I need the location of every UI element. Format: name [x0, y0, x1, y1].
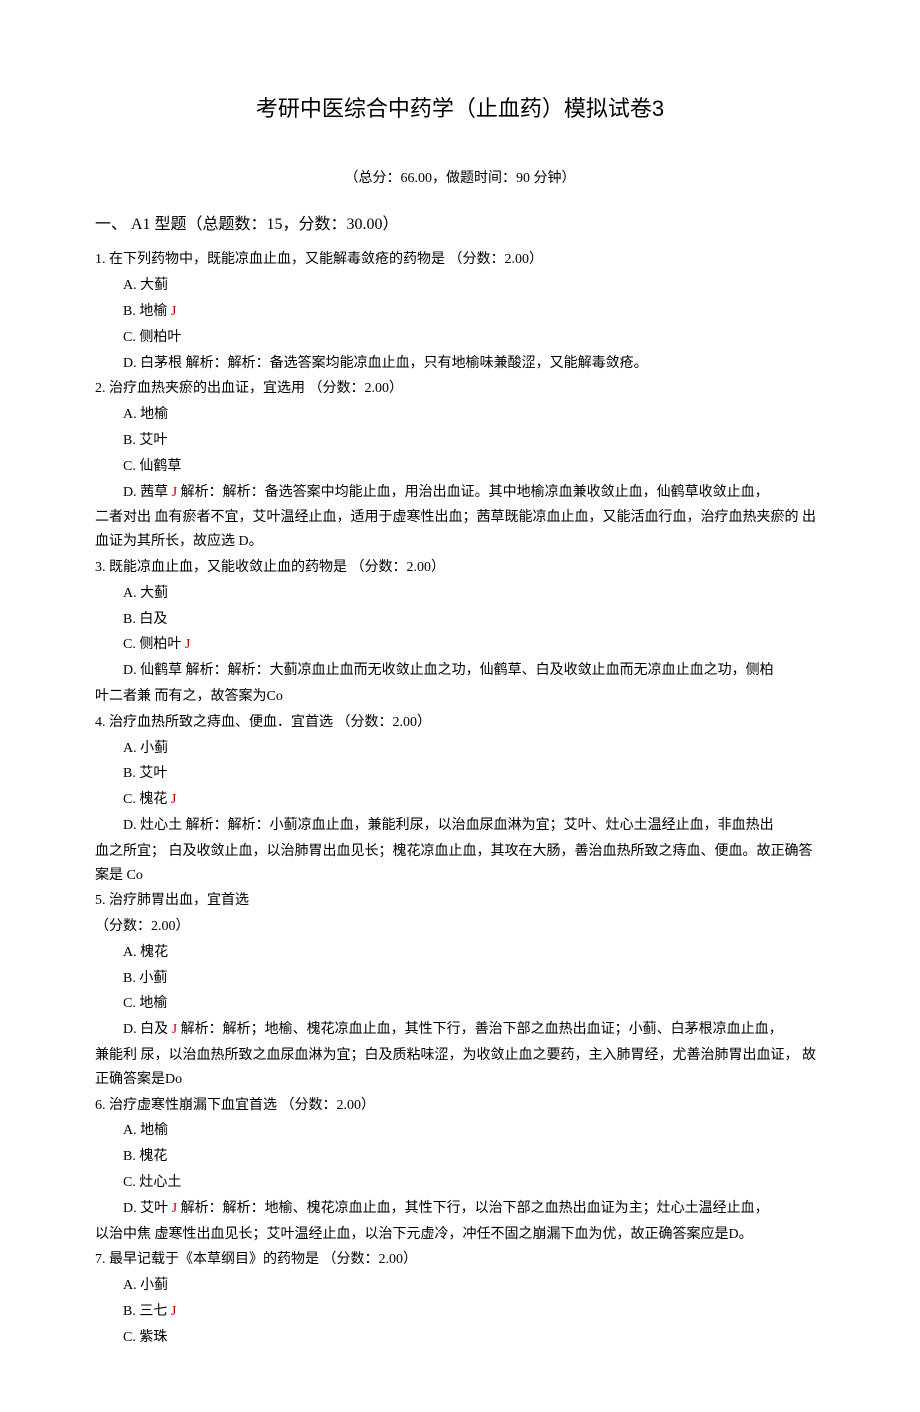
option-label: B. 小蓟: [123, 971, 167, 986]
option-label: C. 地榆: [123, 996, 167, 1011]
explanation-tail: 叶二者兼 而有之，故答案为Co: [95, 685, 825, 709]
option-line: C. 灶心土: [95, 1171, 825, 1195]
option-label: C. 紫珠: [123, 1330, 167, 1345]
option-line: A. 小蓟: [95, 1274, 825, 1298]
option-line: B. 槐花: [95, 1145, 825, 1169]
option-line: A. 地榆: [95, 403, 825, 427]
option-line: A. 地榆: [95, 1119, 825, 1143]
option-label: C. 灶心土: [123, 1175, 181, 1190]
option-label: B. 地榆: [123, 304, 167, 319]
option-label: C. 槐花: [123, 792, 167, 807]
option-line: B. 地榆 J: [95, 300, 825, 324]
option-label: B. 艾叶: [123, 433, 167, 448]
option-explanation: 解析：解析：地榆、槐花凉血止血，其性下行，以治下部之血热出血证为主；灶心土温经止…: [177, 1201, 769, 1216]
option-line: D. 白及 J 解析：解析；地榆、槐花凉血止血，其性下行，善治下部之血热出血证；…: [95, 1018, 825, 1042]
question-text: 1. 在下列药物中，既能凉血止血，又能解毒敛疮的药物是 （分数：2.00）: [95, 248, 825, 272]
option-line: B. 小蓟: [95, 967, 825, 991]
option-label: D. 茜草: [123, 485, 168, 500]
explanation-tail: 兼能利 尿，以治血热所致之血尿血淋为宜；白及质粘味涩，为收敛止血之要药，主入肺胃…: [95, 1044, 825, 1092]
option-label: A. 小蓟: [123, 741, 168, 756]
option-label: D. 灶心土: [123, 818, 182, 833]
option-label: B. 槐花: [123, 1149, 167, 1164]
question-text: 3. 既能凉血止血，又能收敛止血的药物是 （分数：2.00）: [95, 556, 825, 580]
option-line: C. 侧柏叶 J: [95, 633, 825, 657]
option-label: A. 小蓟: [123, 1278, 168, 1293]
question-score: （分数：2.00）: [95, 915, 825, 939]
question-text: 7. 最早记载于《本草纲目》的药物是 （分数：2.00）: [95, 1248, 825, 1272]
questions-container: 1. 在下列药物中，既能凉血止血，又能解毒敛疮的药物是 （分数：2.00） A. …: [95, 248, 825, 1349]
option-line: D. 灶心土 解析：解析：小蓟凉血止血，兼能利尿，以治血尿血淋为宜；艾叶、灶心土…: [95, 814, 825, 838]
question-text: 2. 治疗血热夹瘀的出血证，宜选用 （分数：2.00）: [95, 377, 825, 401]
option-label: C. 仙鹤草: [123, 459, 181, 474]
option-line: C. 侧柏叶: [95, 326, 825, 350]
option-line: B. 白及: [95, 608, 825, 632]
option-label: D. 白及: [123, 1022, 168, 1037]
option-explanation: 解析：解析：备选答案中均能止血，用治出血证。其中地榆凉血兼收敛止血，仙鹤草收敛止…: [177, 485, 769, 500]
option-line: D. 白茅根 解析：解析：备选答案均能凉血止血，只有地榆味兼酸涩，又能解毒敛疮。: [95, 352, 825, 376]
option-label: A. 地榆: [123, 407, 168, 422]
option-line: A. 大蓟: [95, 274, 825, 298]
answer-mark: J: [168, 1022, 177, 1037]
option-explanation: 解析：解析：小蓟凉血止血，兼能利尿，以治血尿血淋为宜；艾叶、灶心土温经止血，非血…: [182, 818, 774, 833]
option-line: D. 茜草 J 解析：解析：备选答案中均能止血，用治出血证。其中地榆凉血兼收敛止…: [95, 481, 825, 505]
score-time: （总分：66.00，做题时间：90 分钟）: [95, 167, 825, 191]
option-line: B. 艾叶: [95, 762, 825, 786]
option-label: A. 地榆: [123, 1123, 168, 1138]
option-label: B. 白及: [123, 612, 167, 627]
option-label: A. 槐花: [123, 945, 168, 960]
option-label: A. 大蓟: [123, 278, 168, 293]
explanation-tail: 血之所宜； 白及收敛止血，以治肺胃出血见长；槐花凉血止血，其攻在大肠，善治血热所…: [95, 840, 825, 888]
explanation-tail: 以治中焦 虚寒性出血见长；艾叶温经止血，以治下元虚冷，冲任不固之崩漏下血为优，故…: [95, 1223, 825, 1247]
option-line: D. 仙鹤草 解析：解析：大蓟凉血止血而无收敛止血之功，仙鹤草、白及收敛止血而无…: [95, 659, 825, 683]
answer-mark: J: [168, 1201, 177, 1216]
option-line: A. 小蓟: [95, 737, 825, 761]
answer-mark: J: [167, 304, 176, 319]
option-label: C. 侧柏叶: [123, 637, 181, 652]
answer-mark: J: [181, 637, 190, 652]
answer-mark: J: [167, 792, 176, 807]
option-label: A. 大蓟: [123, 586, 168, 601]
option-explanation: 解析：解析；地榆、槐花凉血止血，其性下行，善治下部之血热出血证；小蓟、白茅根凉血…: [177, 1022, 783, 1037]
option-label: C. 侧柏叶: [123, 330, 181, 345]
option-line: D. 艾叶 J 解析：解析：地榆、槐花凉血止血，其性下行，以治下部之血热出血证为…: [95, 1197, 825, 1221]
page-title: 考研中医综合中药学（止血药）模拟试卷3: [95, 90, 825, 127]
option-line: B. 艾叶: [95, 429, 825, 453]
option-line: C. 槐花 J: [95, 788, 825, 812]
option-line: A. 槐花: [95, 941, 825, 965]
option-line: A. 大蓟: [95, 582, 825, 606]
option-line: C. 地榆: [95, 992, 825, 1016]
explanation-tail: 二者对出 血有瘀者不宜，艾叶温经止血，适用于虚寒性出血；茜草既能凉血止血，又能活…: [95, 506, 825, 554]
question-text: 5. 治疗肺胃出血，宜首选: [95, 889, 825, 913]
option-line: C. 仙鹤草: [95, 455, 825, 479]
section-header: 一、 A1 型题（总题数：15，分数：30.00）: [95, 211, 825, 238]
option-label: D. 白茅根: [123, 356, 182, 371]
answer-mark: J: [167, 1304, 176, 1319]
option-label: B. 三七: [123, 1304, 167, 1319]
question-text: 4. 治疗血热所致之痔血、便血．宜首选 （分数：2.00）: [95, 711, 825, 735]
option-label: B. 艾叶: [123, 766, 167, 781]
option-explanation: 解析：解析：大蓟凉血止血而无收敛止血之功，仙鹤草、白及收敛止血而无凉血止血之功，…: [182, 663, 774, 678]
option-line: B. 三七 J: [95, 1300, 825, 1324]
option-label: D. 艾叶: [123, 1201, 168, 1216]
option-explanation: 解析：解析：备选答案均能凉血止血，只有地榆味兼酸涩，又能解毒敛疮。: [182, 356, 648, 371]
option-label: D. 仙鹤草: [123, 663, 182, 678]
answer-mark: J: [168, 485, 177, 500]
option-line: C. 紫珠: [95, 1326, 825, 1350]
question-text: 6. 治疗虚寒性崩漏下血宜首选 （分数：2.00）: [95, 1094, 825, 1118]
